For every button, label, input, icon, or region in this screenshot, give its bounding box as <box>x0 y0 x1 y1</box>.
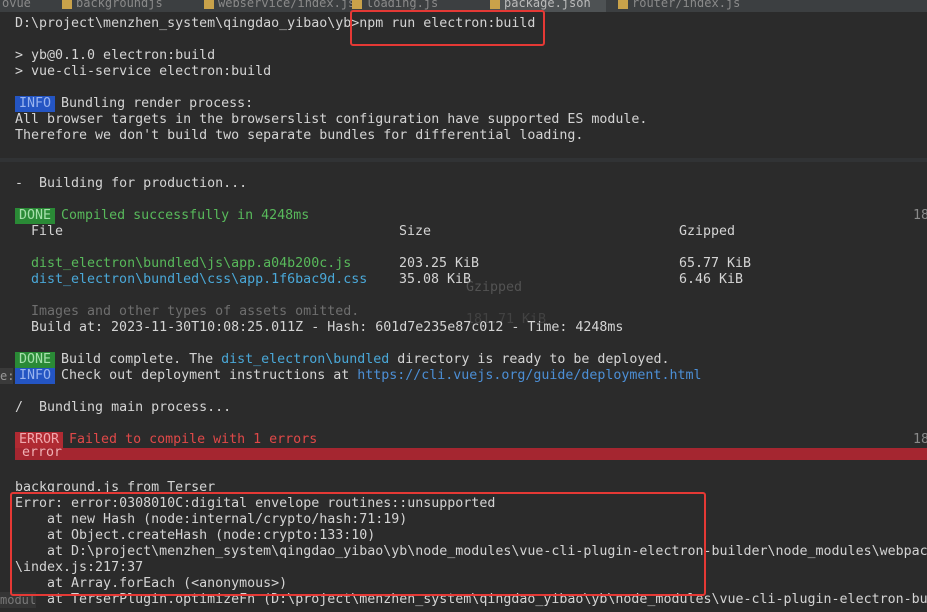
file-gzip: 65.77 KiB <box>679 256 752 271</box>
json-file-icon <box>490 0 500 9</box>
tab-label: ovue <box>2 0 31 10</box>
tab-label: router/index.js <box>632 0 741 10</box>
script-line: > vue-cli-service electron:build <box>15 64 272 79</box>
tab-6[interactable]: router/index.js <box>618 0 740 12</box>
right-number: 18 <box>913 208 927 223</box>
done-line: DONE Build complete. The dist_electron\bu… <box>15 352 669 368</box>
error-bar-label: error <box>22 445 63 460</box>
tab-1[interactable]: ovue <box>2 0 31 12</box>
right-number: 18 <box>913 432 927 447</box>
done-badge: DONE <box>15 352 56 368</box>
file-size: 35.08 KiB <box>399 272 472 287</box>
column-header-gzipped: Gzipped <box>679 224 736 239</box>
info-text: Check out deployment instructions at <box>61 368 358 383</box>
command-highlight-box <box>350 10 545 46</box>
output-line: All browser targets in the browserslist … <box>15 112 648 127</box>
js-file-icon <box>204 0 214 9</box>
ghost-text: Gzipped <box>466 280 523 295</box>
info-line: INFO Bundling render process: <box>15 96 253 112</box>
script-line: > yb@0.1.0 electron:build <box>15 48 216 63</box>
error-bar <box>15 448 927 460</box>
tab-label: webservice/index.js <box>218 0 356 10</box>
file-name: dist_electron\bundled\css\app.1f6bac9d.c… <box>31 272 368 287</box>
done-line: DONE Compiled successfully in 4248ms <box>15 208 309 224</box>
file-name: dist_electron\bundled\js\app.a04b200c.js <box>31 256 352 271</box>
js-file-icon <box>62 0 72 9</box>
shell-prompt: D:\project\menzhen_system\qingdao_yibao\… <box>15 16 360 31</box>
done-badge: DONE <box>15 208 56 224</box>
info-text: Bundling render process: <box>61 96 254 111</box>
tab-label: package.json <box>504 0 591 10</box>
file-size: 203.25 KiB <box>399 256 480 271</box>
tab-2[interactable]: backgroundjs <box>62 0 163 12</box>
column-header-file: File <box>31 224 64 239</box>
build-info: Build at: 2023-11-30T10:08:25.011Z - Has… <box>31 320 624 335</box>
done-text: directory is ready to be deployed. <box>389 352 670 367</box>
tab-label: backgroundjs <box>76 0 163 10</box>
error-text: Failed to compile with 1 errors <box>69 432 318 447</box>
file-gzip: 6.46 KiB <box>679 272 744 287</box>
column-header-size: Size <box>399 224 432 239</box>
tab-label: loading.js <box>366 0 439 10</box>
omitted-note: Images and other types of assets omitted… <box>31 304 360 319</box>
gutter-fragment: e: <box>0 368 15 384</box>
deployment-link[interactable]: https://cli.vuejs.org/guide/deployment.h… <box>357 368 701 383</box>
js-file-icon <box>352 0 362 9</box>
info-line: INFO Check out deployment instructions at… <box>15 368 701 384</box>
done-text: Compiled successfully in 4248ms <box>61 208 310 223</box>
output-line: Therefore we don't build two separate bu… <box>15 128 584 143</box>
tab-3[interactable]: webservice/index.js <box>204 0 355 12</box>
js-file-icon <box>618 0 628 9</box>
divider <box>0 158 927 162</box>
progress-line: / Bundling main process... <box>15 400 232 415</box>
done-text: Build complete. The <box>61 352 222 367</box>
info-badge: INFO <box>15 96 56 112</box>
output-dir: dist_electron\bundled <box>221 352 390 367</box>
info-badge: INFO <box>15 368 56 384</box>
progress-line: - Building for production... <box>15 176 248 191</box>
error-highlight-box <box>10 492 706 596</box>
